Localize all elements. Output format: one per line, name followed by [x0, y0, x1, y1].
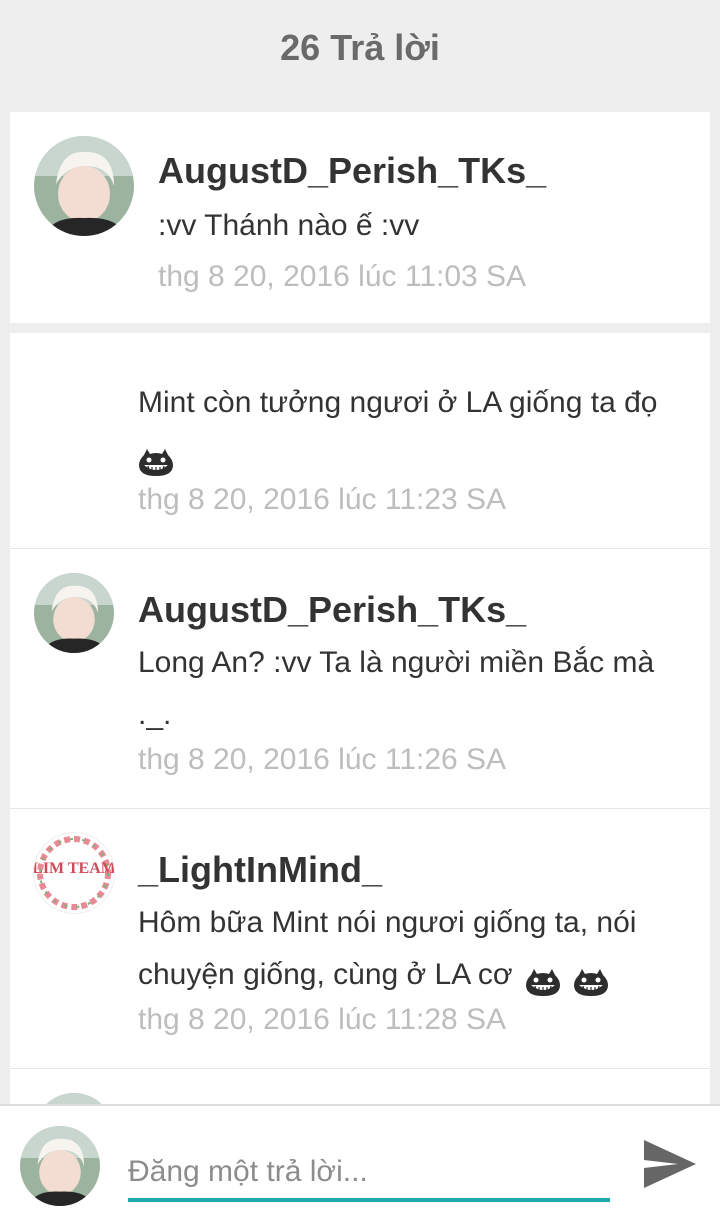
- post-username[interactable]: AugustD_Perish_TKs_: [158, 150, 546, 192]
- avatar[interactable]: [34, 136, 134, 236]
- reply-text: Long An? :vv Ta là người miền Bắc mà ._.: [138, 646, 655, 731]
- divider: [10, 1068, 710, 1069]
- reply-timestamp: thg 8 20, 2016 lúc 11:26 SA: [138, 743, 507, 776]
- reply-text: Mint còn tưởng ngươi ở LA giống ta đọ: [138, 377, 698, 481]
- replies-count-title: 26 Trả lời: [280, 27, 440, 68]
- send-icon: [644, 1140, 696, 1188]
- grin-emoji-icon: [138, 442, 174, 477]
- grin-emoji-icon: [525, 962, 561, 997]
- reply-username[interactable]: _LightInMind_: [138, 849, 382, 891]
- avatar[interactable]: LIM TEAM: [34, 833, 114, 913]
- reply-input[interactable]: [128, 1146, 610, 1202]
- post-timestamp: thg 8 20, 2016 lúc 11:03 SA: [158, 260, 527, 293]
- send-button[interactable]: [640, 1136, 700, 1192]
- divider: [10, 548, 710, 549]
- reply-timestamp: thg 8 20, 2016 lúc 11:28 SA: [138, 1003, 507, 1036]
- avatar[interactable]: [34, 573, 114, 653]
- current-user-avatar: [20, 1126, 100, 1206]
- parent-post-card: AugustD_Perish_TKs_ :vv Thánh nào ế :vv …: [10, 112, 710, 323]
- reply-timestamp: thg 8 20, 2016 lúc 11:23 SA: [138, 483, 507, 516]
- reply-text: Hôm bữa Mint nói ngươi giống ta, nói chu…: [138, 897, 688, 1001]
- reply-composer: [0, 1104, 720, 1228]
- reply-username[interactable]: AugustD_Perish_TKs_: [138, 589, 526, 631]
- divider: [10, 808, 710, 809]
- avatar-logo-text: LIM TEAM: [34, 860, 114, 877]
- reply-thread: Mint còn tưởng ngươi ở LA giống ta đọ th…: [10, 333, 710, 1113]
- grin-emoji-icon: [573, 962, 609, 997]
- post-text: :vv Thánh nào ế :vv: [158, 209, 420, 242]
